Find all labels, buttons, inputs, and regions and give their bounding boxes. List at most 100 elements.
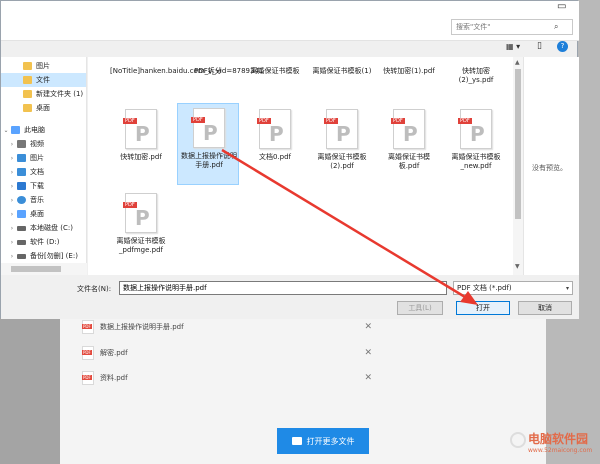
nav-item-label: 桌面 [30,210,44,218]
file-name: 快转加密(1).pdf [383,67,435,75]
file-item[interactable]: PDF P 离婚保证书模板(2).pdf [311,105,373,181]
expand-icon[interactable]: ⌄ [1,127,11,134]
file-name: 快转加密(2)_ys.pdf [458,67,494,84]
preview-pane-icon[interactable]: ▯ [537,41,542,51]
search-input[interactable] [452,23,552,31]
chevron-down-icon: ▾ [565,284,569,292]
file-item[interactable]: PDF P 离婚保证书模板_new.pdf [445,105,507,181]
file-item[interactable]: 快转加密(2)_ys.pdf [445,57,507,95]
expand-icon[interactable]: › [7,225,17,232]
recent-file-item[interactable]: 解密.pdf ✕ [82,344,372,362]
nav-item[interactable]: 桌面 [1,101,86,115]
computer-icon [11,126,20,134]
navigation-pane: 图片 文件 新建文件夹 (1) 桌面 ⌄ 此电脑 › 视频 › 图片 › 文档 › 下载 › 音乐 › 桌面 › 本地… [1,57,87,275]
remove-icon[interactable]: ✕ [364,322,372,332]
cancel-button[interactable]: 取消 [518,301,572,315]
nav-item[interactable]: › 备份[勿删] (E:) [1,249,86,263]
file-item-selected[interactable]: PDF P 数据上报操作说明手册.pdf [177,103,239,185]
nav-item-label: 本地磁盘 (C:) [30,224,73,232]
file-item[interactable]: PDF拆分 [177,57,239,95]
window-icon[interactable]: ▭ [557,1,573,13]
nav-item[interactable]: 图片 [1,59,86,73]
file-name: 快转加密.pdf [120,153,162,161]
expand-icon[interactable]: › [7,155,17,162]
preview-pane: 没有预览。 [523,57,579,275]
remove-icon[interactable]: ✕ [364,348,372,358]
search-box[interactable]: ⌕ [451,19,573,35]
nav-item-label: 软件 (D:) [30,238,60,246]
recent-file-name: 解密.pdf [100,349,128,357]
pdf-file-icon [82,371,94,385]
dialog-footer: 文件名(N): PDF 文档 (*.pdf) ▾ 工具(L) 打开 取消 [1,275,579,319]
recent-file-item[interactable]: 数据上报操作说明手册.pdf ✕ [82,318,372,336]
file-name: 离婚保证书模板(2).pdf [317,153,367,170]
file-item[interactable]: 离婚保证书模板(1) [311,57,373,95]
pdf-file-icon: PDF P [458,109,492,149]
nav-item-label: 文档 [30,168,44,176]
scrollbar-thumb[interactable] [515,69,521,219]
help-icon[interactable]: ? [557,41,568,52]
nav-item-label: 音乐 [30,196,44,204]
view-options-icon[interactable]: ▦ ▾ [506,42,520,51]
video-icon [17,140,26,148]
pdf-file-icon: PDF P [123,193,157,233]
scroll-up-icon[interactable]: ▲ [515,59,520,66]
file-name: 离婚保证书模板(1) [312,67,372,75]
dialog-topbar: ▭ ⌕ [1,1,579,41]
expand-icon[interactable]: › [7,141,17,148]
file-item[interactable]: 快转加密(1).pdf [378,57,440,95]
nav-item[interactable]: › 音乐 [1,193,86,207]
nav-horizontal-scrollbar[interactable] [1,263,87,275]
nav-item[interactable]: › 图片 [1,151,86,165]
nav-item[interactable]: › 桌面 [1,207,86,221]
file-list-scrollbar[interactable]: ▲ ▼ [513,57,523,275]
nav-item[interactable]: 文件 [1,73,86,87]
expand-icon[interactable]: › [7,253,17,260]
nav-item-label: 下载 [30,182,44,190]
expand-icon[interactable]: › [7,169,17,176]
open-button[interactable]: 打开 [456,301,510,315]
file-item[interactable]: 离婚保证书模板 [244,57,306,95]
expand-icon[interactable]: › [7,197,17,204]
tools-button[interactable]: 工具(L) [397,301,443,315]
file-name: 离婚保证书模板_pdfmge.pdf [116,237,166,254]
file-item[interactable]: PDF P 文档0.pdf [244,105,306,181]
expand-icon[interactable]: › [7,183,17,190]
watermark-url: www.52maicong.com [528,447,593,454]
nav-item[interactable]: › 下载 [1,179,86,193]
file-item[interactable]: PDF P 离婚保证书模板.pdf [378,105,440,181]
scroll-down-icon[interactable]: ▼ [515,263,520,270]
pdf-file-icon [82,346,94,360]
filetype-select[interactable]: PDF 文档 (*.pdf) ▾ [453,281,573,295]
nav-item-label: 此电脑 [24,126,45,134]
file-item[interactable]: PDF P 离婚保证书模板_pdfmge.pdf [110,189,172,265]
file-name: 数据上报操作说明手册.pdf [181,152,237,169]
cloud-logo-icon [510,432,526,448]
file-name: 文档0.pdf [258,153,292,161]
recent-file-name: 资料.pdf [100,374,128,382]
open-more-files-button[interactable]: 打开更多文件 [277,428,369,454]
remove-icon[interactable]: ✕ [364,373,372,383]
recent-file-item[interactable]: 资料.pdf ✕ [82,369,372,387]
filename-input[interactable] [119,281,447,295]
pdf-file-icon [82,320,94,334]
file-item[interactable]: [NoTitle]hanken.baidu.com_v_vid=8789341 [110,57,263,95]
expand-icon[interactable]: › [7,239,17,246]
folder-icon [23,104,32,112]
file-name: PDF拆分 [194,67,222,75]
file-item[interactable]: PDF P 快转加密.pdf [110,105,172,181]
nav-item-label: 桌面 [36,104,50,112]
nav-item[interactable]: › 本地磁盘 (C:) [1,221,86,235]
nav-item[interactable]: › 视频 [1,137,86,151]
disk-icon [17,239,26,245]
nav-item-label: 新建文件夹 (1) [36,90,84,98]
nav-item[interactable]: ⌄ 此电脑 [1,123,86,137]
nav-item[interactable]: › 文档 [1,165,86,179]
file-name: 离婚保证书模板_new.pdf [451,153,501,170]
nav-item-label: 图片 [30,154,44,162]
search-icon[interactable]: ⌕ [554,22,558,32]
nav-item[interactable]: › 软件 (D:) [1,235,86,249]
open-more-label: 打开更多文件 [306,436,355,446]
nav-item[interactable]: 新建文件夹 (1) [1,87,86,101]
expand-icon[interactable]: › [7,211,17,218]
